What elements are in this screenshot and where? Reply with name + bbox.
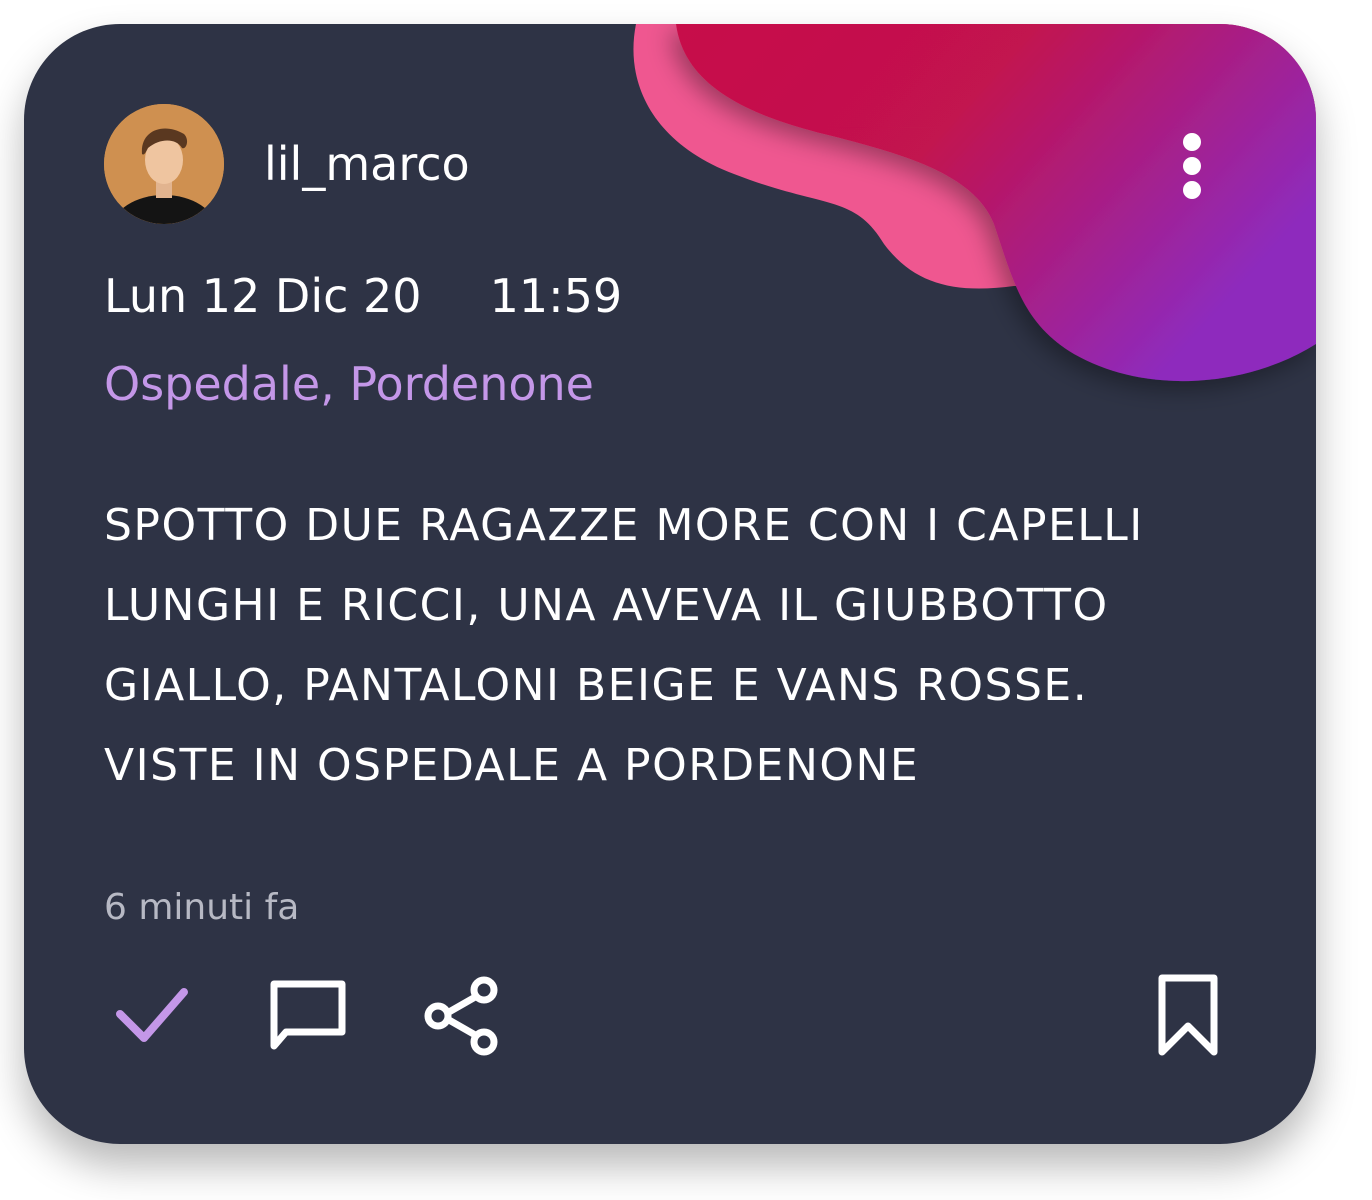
check-button[interactable]	[112, 972, 200, 1060]
comment-icon	[270, 980, 346, 1050]
check-icon	[116, 988, 188, 1042]
post-text-line: VISTE IN OSPEDALE A PORDENONE	[104, 740, 920, 791]
relative-timestamp: 6 minuti fa	[104, 887, 300, 928]
post-time: 11:59	[489, 269, 623, 323]
avatar[interactable]	[104, 104, 224, 224]
post-text-line: GIALLO, PANTALONI BEIGE E VANS ROSSE.	[104, 660, 1089, 711]
username[interactable]: lil_marco	[264, 134, 470, 194]
bookmark-icon	[1158, 974, 1218, 1056]
post-datetime: Lun 12 Dic 20 11:59	[104, 264, 622, 328]
location-link[interactable]: Ospedale, Pordenone	[104, 352, 594, 416]
post-card: lil_marco Lun 12 Dic 20 11:59 Ospedale, P…	[24, 24, 1316, 1144]
share-button[interactable]	[416, 972, 504, 1060]
comment-button[interactable]	[264, 972, 352, 1060]
post-date: Lun 12 Dic 20	[104, 269, 422, 323]
more-options-icon[interactable]	[1172, 128, 1212, 204]
post-text-line: SPOTTO DUE RAGAZZE MORE CON I CAPELLI	[104, 500, 1144, 551]
post-body: SPOTTO DUE RAGAZZE MORE CON I CAPELLI LU…	[104, 486, 1254, 806]
post-text-line: LUNGHI E RICCI, UNA AVEVA IL GIUBBOTTO	[104, 580, 1109, 631]
share-icon	[424, 976, 498, 1056]
bookmark-button[interactable]	[1144, 972, 1232, 1060]
